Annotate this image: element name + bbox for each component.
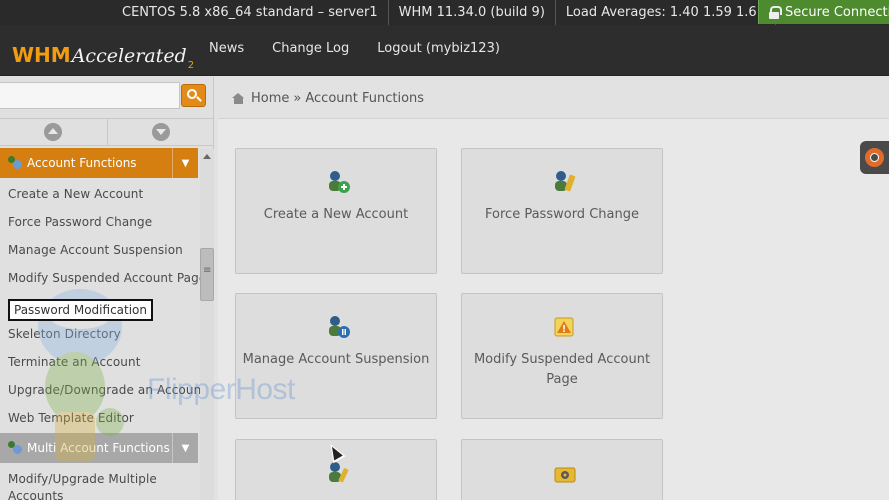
logo-accelerated-text: Accelerated — [71, 45, 187, 67]
nav-logout-link[interactable]: Logout (mybiz123) — [377, 41, 500, 56]
card-lock-folder[interactable] — [461, 439, 663, 500]
user-pencil-icon — [329, 462, 349, 483]
card-force-password-change[interactable]: Force Password Change — [461, 148, 663, 274]
sidebar-scroll-down-button[interactable] — [108, 119, 215, 145]
sidebar-item-password-modification[interactable]: Password Modification — [8, 299, 154, 321]
arrow-down-icon — [151, 123, 170, 141]
lock-icon — [769, 5, 782, 19]
breadcrumb-separator: » — [293, 91, 302, 106]
card-modify-suspended-page[interactable]: Modify Suspended Account Page — [461, 293, 663, 419]
sidebar-scroll-buttons — [0, 118, 214, 146]
app-header: WHM Accelerated 2 News Change Log Logout… — [0, 25, 889, 76]
user-add-icon — [329, 171, 350, 193]
lock-folder-icon — [554, 467, 576, 483]
sidebar-item-force-password[interactable]: Force Password Change — [8, 215, 152, 229]
user-suspend-icon — [329, 316, 350, 338]
brand-watermark-text: FlipperHost — [147, 373, 295, 406]
users-group-icon — [7, 156, 23, 170]
whm-version: WHM 11.34.0 (build 9) — [389, 0, 556, 25]
server-info: CENTOS 5.8 x86_64 standard – server1 — [112, 0, 389, 25]
logo-whm-text: WHM — [12, 43, 71, 67]
load-averages: Load Averages: 1.40 1.59 1.61 — [556, 0, 776, 25]
card-label: Force Password Change — [485, 207, 639, 222]
card-create-account[interactable]: Create a New Account — [235, 148, 437, 274]
secure-connection-label: Secure Connecti — [785, 4, 889, 20]
sidebar-item-create-account[interactable]: Create a New Account — [8, 187, 143, 201]
breadcrumb-home-link[interactable]: Home — [251, 91, 289, 106]
home-icon — [232, 93, 245, 104]
sidebar-scroll-up-button[interactable] — [0, 119, 108, 145]
help-lifebuoy-button[interactable] — [860, 141, 889, 174]
card-label: Create a New Account — [263, 207, 409, 222]
breadcrumb-current: Account Functions — [305, 91, 425, 106]
search-button[interactable] — [181, 84, 206, 107]
sidebar-scrollbar[interactable] — [200, 149, 214, 500]
logo-version-text: 2 — [187, 60, 195, 71]
secure-connection-badge[interactable]: Secure Connecti — [758, 0, 889, 24]
sidebar-search-input[interactable] — [0, 82, 180, 109]
group-label: Account Functions — [27, 156, 137, 170]
sidebar-scroll-thumb[interactable] — [200, 248, 214, 301]
nav-change-log-link[interactable]: Change Log — [272, 41, 349, 56]
breadcrumb: Home » Account Functions — [232, 91, 424, 106]
whm-logo[interactable]: WHM Accelerated 2 — [12, 35, 194, 71]
card-label: Modify Suspended Account Page — [473, 352, 651, 387]
scroll-up-icon[interactable] — [203, 154, 211, 159]
sidebar-item-modify-upgrade-multiple[interactable]: Modify/Upgrade Multiple — [8, 472, 157, 486]
warning-note-icon — [554, 317, 574, 337]
lifebuoy-icon — [865, 148, 884, 167]
user-password-icon — [555, 171, 576, 192]
search-icon-handle — [196, 96, 202, 102]
arrow-up-icon — [44, 123, 63, 141]
sidebar-item-manage-suspension[interactable]: Manage Account Suspension — [8, 243, 183, 257]
collapse-caret-icon[interactable]: ▼ — [172, 433, 198, 463]
top-nav: News Change Log Logout (mybiz123) — [195, 25, 514, 71]
card-label: Manage Account Suspension — [242, 352, 430, 367]
nav-news-link[interactable]: News — [209, 41, 244, 56]
group-account-functions[interactable]: Account Functions ▼ — [0, 148, 198, 178]
status-bar: CENTOS 5.8 x86_64 standard – server1 WHM… — [0, 0, 889, 25]
collapse-caret-icon[interactable]: ▼ — [172, 148, 198, 178]
sidebar-item-modify-upgrade-multiple-cont[interactable]: Accounts — [8, 489, 64, 500]
